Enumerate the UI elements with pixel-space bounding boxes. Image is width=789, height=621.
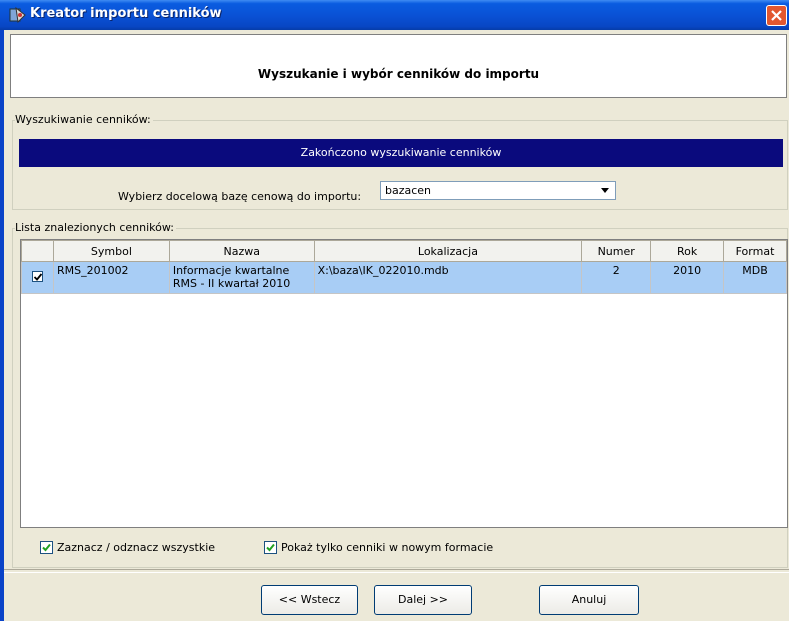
next-button[interactable]: Dalej >>: [374, 585, 472, 615]
table-row[interactable]: RMS_201002 Informacje kwartalne RMS - II…: [21, 261, 787, 294]
close-button[interactable]: [766, 5, 787, 26]
new-format-label[interactable]: Pokaż tylko cenniki w nowym formacie: [281, 541, 493, 554]
checkmark-icon: [266, 543, 275, 552]
column-header-number[interactable]: Numer: [581, 240, 652, 262]
table-header-row: Symbol Nazwa Lokalizacja Numer Rok Forma…: [21, 240, 787, 262]
target-db-label: Wybierz docelową bazę cenową do importu:: [118, 190, 362, 203]
cell-symbol: RMS_201002: [52, 261, 170, 294]
column-header-check[interactable]: [21, 240, 54, 262]
column-header-year[interactable]: Rok: [650, 240, 725, 262]
new-format-box[interactable]: [264, 541, 277, 554]
search-group: Wyszukiwanie cenników: Zakończono wyszuk…: [12, 113, 788, 210]
search-status: Zakończono wyszukiwanie cenników: [19, 139, 783, 167]
checkmark-icon: [42, 543, 51, 552]
select-all-label[interactable]: Zaznacz / odznacz wszystkie: [57, 541, 215, 554]
column-header-format[interactable]: Format: [723, 240, 787, 262]
cell-location: X:\baza\IK_022010.mdb: [313, 261, 583, 294]
select-all-box[interactable]: [40, 541, 53, 554]
title-bar[interactable]: Kreator importu cenników: [0, 0, 789, 30]
column-header-name[interactable]: Nazwa: [168, 240, 315, 262]
target-db-select[interactable]: bazacen: [380, 181, 616, 200]
cell-name-line2: RMS - II kwartał 2010: [172, 277, 291, 290]
row-check-cell[interactable]: [21, 261, 54, 294]
row-checkbox[interactable]: [31, 270, 43, 282]
search-group-legend: Wyszukiwanie cenników:: [15, 113, 153, 126]
select-all-checkbox[interactable]: Zaznacz / odznacz wszystkie: [40, 541, 215, 554]
target-db-value: bazacen: [385, 184, 432, 197]
cell-name-line1: Informacje kwartalne: [172, 264, 290, 277]
cell-name: Informacje kwartalne RMS - II kwartał 20…: [168, 261, 315, 294]
new-format-checkbox[interactable]: Pokaż tylko cenniki w nowym formacie: [264, 541, 493, 554]
app-icon: [9, 6, 27, 24]
column-header-symbol[interactable]: Symbol: [52, 240, 170, 262]
footer-separator: [4, 569, 789, 573]
page-title: Wyszukanie i wybór cenników do importu: [257, 67, 540, 81]
back-button[interactable]: << Wstecz: [261, 585, 358, 615]
cancel-button[interactable]: Anuluj: [539, 585, 639, 615]
price-list-table[interactable]: Symbol Nazwa Lokalizacja Numer Rok Forma…: [20, 239, 788, 528]
window: Kreator importu cenników Wyszukanie i wy…: [0, 0, 789, 621]
dropdown-arrow-icon[interactable]: [601, 188, 609, 193]
checkmark-icon: [33, 272, 43, 281]
cell-year: 2010: [650, 261, 725, 294]
dialog-body: Wyszukanie i wybór cenników do importu W…: [4, 30, 789, 621]
header-panel: Wyszukanie i wybór cenników do importu: [10, 34, 787, 98]
cell-number: 2: [581, 261, 652, 294]
list-group-legend: Lista znalezionych cenników:: [15, 221, 176, 234]
close-icon: [771, 10, 782, 21]
window-title: Kreator importu cenników: [30, 6, 222, 21]
cell-format: MDB: [723, 261, 787, 294]
column-header-location[interactable]: Lokalizacja: [313, 240, 583, 262]
